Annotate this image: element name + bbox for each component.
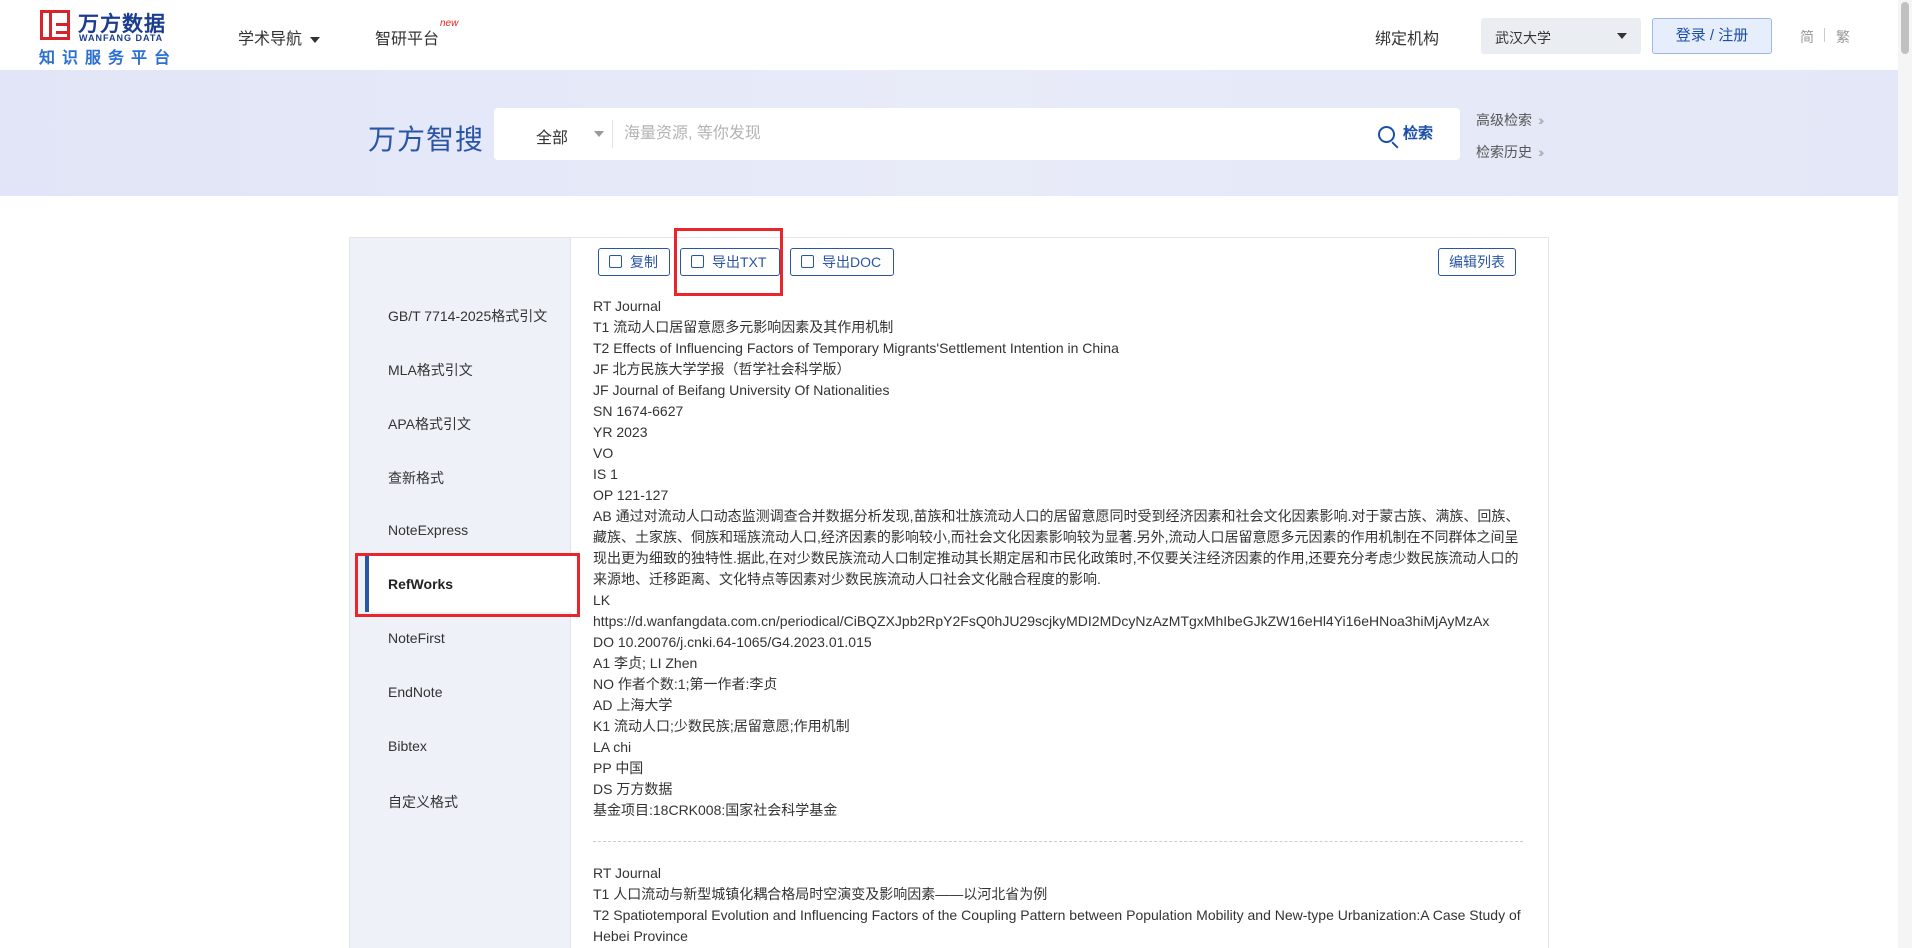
advanced-search-label: 高级检索 bbox=[1476, 112, 1532, 128]
record-field-t2: T2 Spatiotemporal Evolution and Influenc… bbox=[593, 907, 1521, 944]
format-item-chaxin[interactable]: 查新格式 bbox=[388, 468, 444, 488]
record-field-jf-cn: JF 北方民族大学学报（哲学社会科学版） bbox=[593, 361, 851, 377]
format-item-bibtex[interactable]: Bibtex bbox=[388, 738, 427, 754]
record-field-no: NO 作者个数:1;第一作者:李贞 bbox=[593, 676, 778, 692]
export-doc-label: 导出DOC bbox=[822, 254, 882, 270]
caret-down-icon[interactable] bbox=[594, 131, 604, 137]
citation-record-1: RT Journal T1 流动人口居留意愿多元影响因素及其作用机制 T2 Ef… bbox=[593, 296, 1553, 821]
search-icon bbox=[1378, 125, 1395, 143]
lang-divider bbox=[1824, 28, 1825, 42]
nav-academic-label: 学术导航 bbox=[238, 31, 303, 48]
record-field-fund: 基金项目:18CRK008:国家社会科学基金 bbox=[593, 802, 838, 818]
highlight-box-refworks bbox=[355, 553, 580, 617]
search-scope-select[interactable]: 全部 bbox=[536, 124, 568, 148]
format-item-notefirst[interactable]: NoteFirst bbox=[388, 630, 445, 646]
wanfang-logo-mark-icon bbox=[40, 10, 70, 40]
record-field-vo: VO bbox=[593, 445, 614, 461]
citation-content: 复制 导出TXT 导出DOC 编辑列表 RT Journal T1 流动人口居留… bbox=[572, 238, 1550, 948]
format-item-gbt7714[interactable]: GB/T 7714-2025格式引文 bbox=[388, 306, 547, 326]
copy-button[interactable]: 复制 bbox=[598, 248, 670, 276]
org-select-value: 武汉大学 bbox=[1495, 30, 1551, 46]
advanced-search-link[interactable]: 高级检索 ›› bbox=[1476, 110, 1545, 130]
record-field-ds: DS 万方数据 bbox=[593, 781, 673, 797]
login-register-button[interactable]: 登录 / 注册 bbox=[1652, 18, 1772, 54]
record-field-yr: YR 2023 bbox=[593, 424, 648, 440]
copy-icon bbox=[609, 255, 622, 268]
record-field-rt: RT Journal bbox=[593, 298, 661, 314]
bind-org-link[interactable]: 绑定机构 bbox=[1375, 25, 1439, 49]
nav-zhiyan-platform[interactable]: 智研平台 bbox=[375, 25, 439, 49]
caret-down-icon bbox=[1617, 33, 1627, 39]
record-field-sn: SN 1674-6627 bbox=[593, 403, 684, 419]
search-history-link[interactable]: 检索历史 ›› bbox=[1476, 142, 1545, 162]
format-item-custom[interactable]: 自定义格式 bbox=[388, 792, 458, 812]
logo-platform-name: 知识服务平台 bbox=[39, 50, 178, 67]
record-divider bbox=[593, 841, 1523, 842]
record-field-pp: PP 中国 bbox=[593, 760, 644, 776]
search-button[interactable]: 检索 bbox=[1378, 122, 1433, 146]
format-item-apa[interactable]: APA格式引文 bbox=[388, 414, 471, 434]
citation-record-2: RT Journal T1 人口流动与新型城镇化耦合格局时空演变及影响因素——以… bbox=[593, 863, 1553, 947]
record-field-t2: T2 Effects of Influencing Factors of Tem… bbox=[593, 340, 1119, 356]
record-field-ad: AD 上海大学 bbox=[593, 697, 673, 713]
caret-down-icon bbox=[310, 36, 321, 43]
search-button-label: 检索 bbox=[1403, 125, 1434, 142]
search-history-label: 检索历史 bbox=[1476, 144, 1532, 160]
org-select[interactable]: 武汉大学 bbox=[1481, 18, 1641, 54]
lang-traditional-link[interactable]: 繁 bbox=[1836, 27, 1850, 47]
top-navbar: 万方数据 WANFANG DATA 知识服务平台 学术导航 智研平台 new 绑… bbox=[0, 0, 1898, 70]
scrollbar-thumb[interactable] bbox=[1901, 2, 1909, 54]
nav-academic-navigation[interactable]: 学术导航 bbox=[238, 25, 321, 49]
format-item-endnote[interactable]: EndNote bbox=[388, 684, 442, 700]
format-item-noteexpress[interactable]: NoteExpress bbox=[388, 522, 468, 538]
wanfang-logo[interactable]: 万方数据 WANFANG DATA 知识服务平台 bbox=[38, 8, 178, 67]
search-divider bbox=[612, 120, 613, 148]
double-chevron-right-icon: ›› bbox=[1538, 112, 1545, 128]
record-field-t1: T1 流动人口居留意愿多元影响因素及其作用机制 bbox=[593, 319, 894, 335]
search-input[interactable] bbox=[624, 118, 1324, 150]
doc-file-icon bbox=[801, 255, 814, 268]
record-field-k1: K1 流动人口;少数民族;居留意愿;作用机制 bbox=[593, 718, 850, 734]
export-doc-button[interactable]: 导出DOC bbox=[790, 248, 894, 276]
record-field-la: LA chi bbox=[593, 739, 632, 755]
record-field-t1: T1 人口流动与新型城镇化耦合格局时空演变及影响因素——以河北省为例 bbox=[593, 886, 1048, 902]
record-field-is: IS 1 bbox=[593, 466, 618, 482]
record-field-a1: A1 李贞; LI Zhen bbox=[593, 655, 698, 671]
logo-brand-en: WANFANG DATA bbox=[79, 33, 164, 43]
search-band: 万方智搜 全部 检索 高级检索 ›› 检索历史 ›› bbox=[0, 70, 1898, 196]
highlight-box-export-txt bbox=[674, 228, 783, 296]
page-scrollbar[interactable] bbox=[1898, 0, 1912, 948]
record-field-url: https://d.wanfangdata.com.cn/periodical/… bbox=[593, 613, 1490, 629]
copy-button-label: 复制 bbox=[630, 254, 658, 270]
record-field-ab: AB 通过对流动人口动态监测调查合并数据分析发现,苗族和壮族流动人口的居留意愿同… bbox=[593, 508, 1520, 587]
record-field-jf-en: JF Journal of Beifang University Of Nati… bbox=[593, 382, 890, 398]
lang-simplified-link[interactable]: 简 bbox=[1800, 27, 1814, 47]
record-field-op: OP 121-127 bbox=[593, 487, 669, 503]
record-field-lk: LK bbox=[593, 592, 611, 608]
search-title: 万方智搜 bbox=[368, 124, 485, 155]
record-field-do: DO 10.20076/j.cnki.64-1065/G4.2023.01.01… bbox=[593, 634, 872, 650]
double-chevron-right-icon: ›› bbox=[1538, 144, 1545, 160]
search-box: 全部 检索 bbox=[494, 108, 1460, 160]
edit-list-button[interactable]: 编辑列表 bbox=[1438, 248, 1516, 276]
new-badge: new bbox=[440, 18, 459, 29]
format-item-mla[interactable]: MLA格式引文 bbox=[388, 360, 473, 380]
record-field-rt: RT Journal bbox=[593, 865, 661, 881]
